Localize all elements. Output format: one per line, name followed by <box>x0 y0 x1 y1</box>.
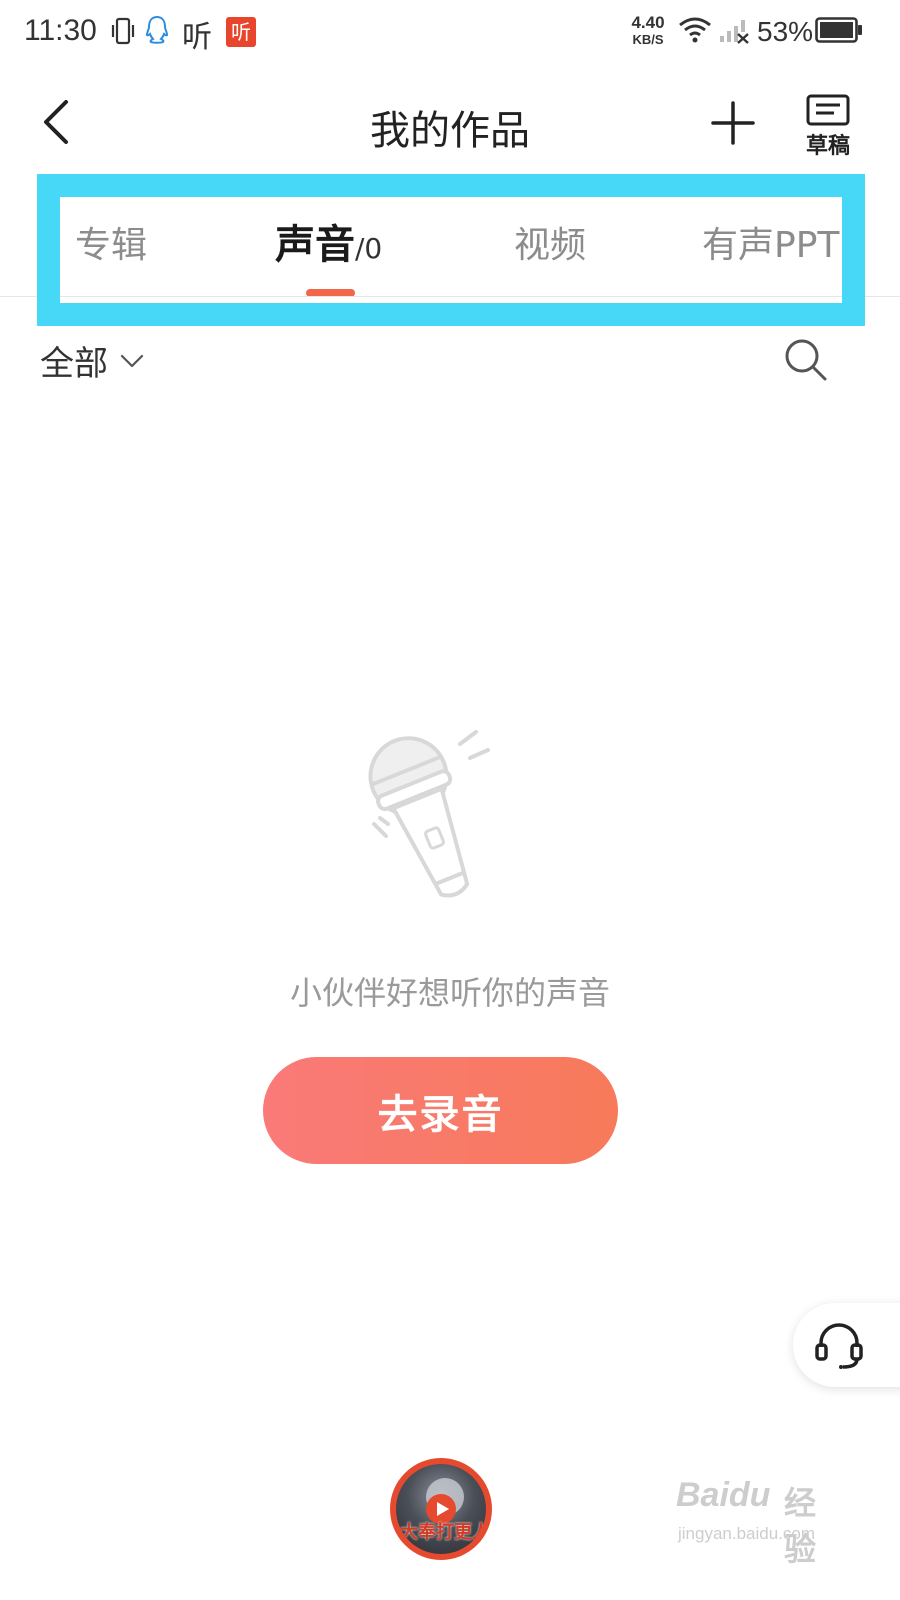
go-record-label: 去录音 <box>377 1091 504 1138</box>
watermark-domain: jingyan.baidu.com <box>678 1524 816 1543</box>
baidu-jingyan-watermark: Baidu 经验 jingyan.baidu.com <box>676 1476 846 1568</box>
search-icon <box>785 339 827 381</box>
go-record-button[interactable]: 去录音 <box>263 1057 618 1164</box>
headset-icon <box>815 1323 863 1369</box>
category-filter-label: 全部 <box>40 344 108 384</box>
customer-service-button[interactable] <box>793 1303 900 1387</box>
watermark-brand: Baidu <box>676 1476 771 1514</box>
search-button[interactable] <box>782 336 828 382</box>
mini-player-button[interactable]: 大奉打更人 <box>390 1458 492 1560</box>
category-filter-dropdown[interactable]: 全部 <box>40 336 144 385</box>
tabs-highlight-frame <box>37 174 865 326</box>
now-playing-cover: 大奉打更人 <box>396 1464 486 1554</box>
chevron-down-icon <box>120 354 144 367</box>
microphone-icon <box>360 724 520 924</box>
cover-title: 大奉打更人 <box>400 1522 486 1543</box>
empty-state-message: 小伙伴好想听你的声音 <box>289 974 610 1012</box>
